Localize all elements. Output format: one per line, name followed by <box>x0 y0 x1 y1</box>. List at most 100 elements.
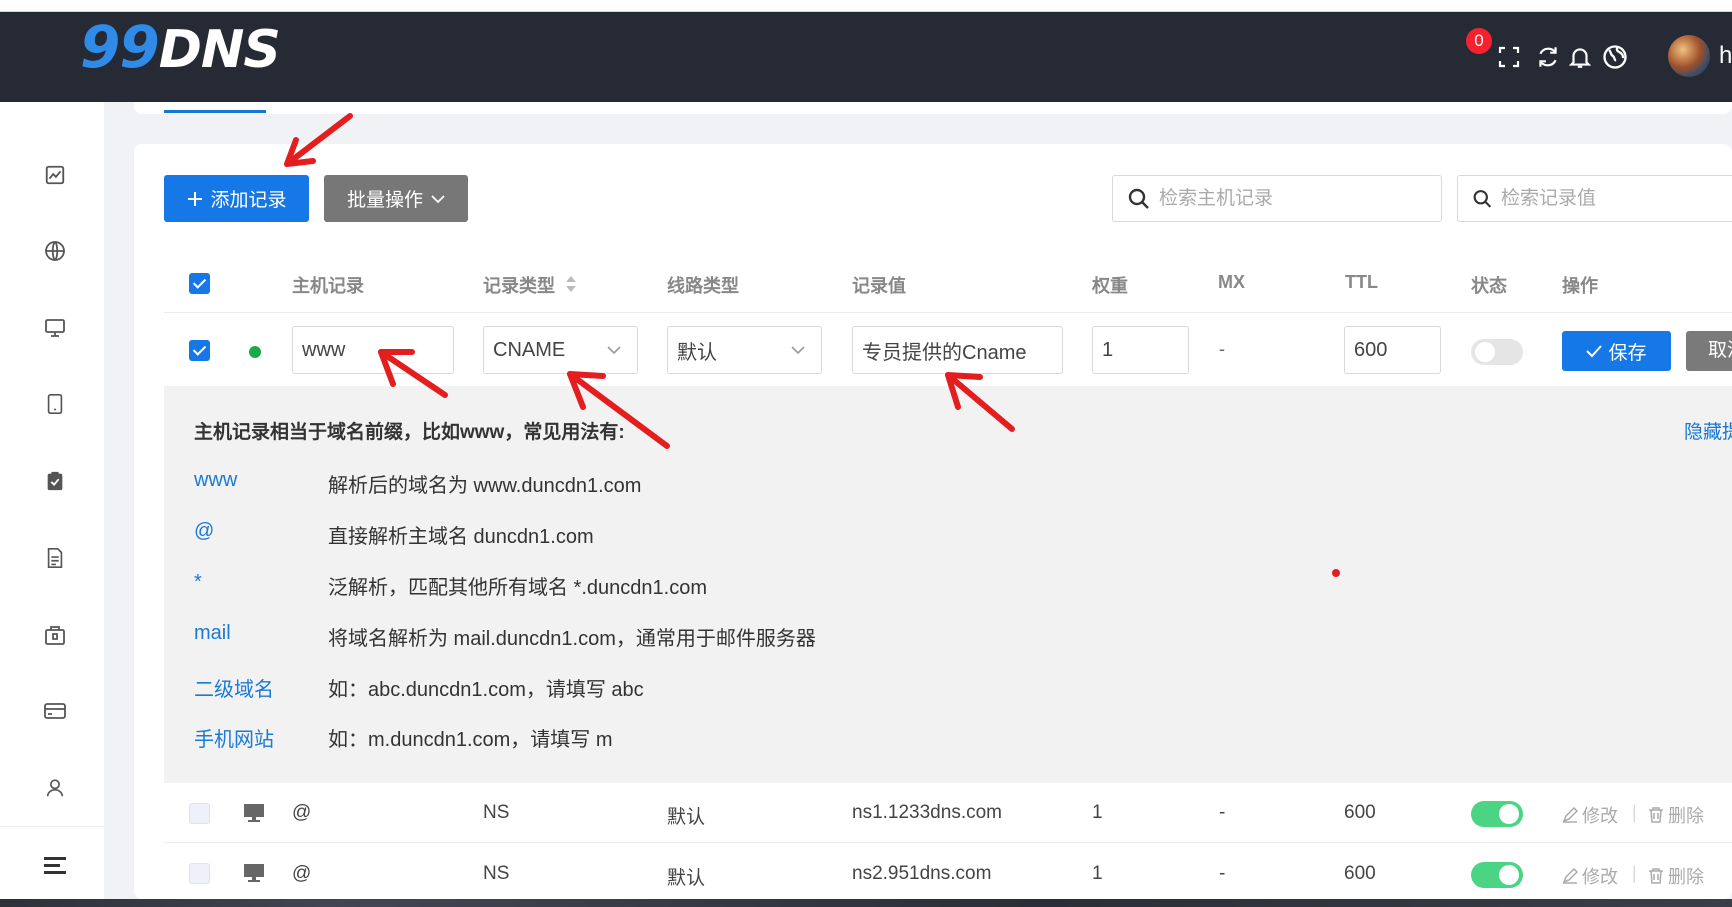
globe-icon[interactable] <box>38 234 72 268</box>
line-select-value: 默认 <box>677 341 717 364</box>
document-icon[interactable] <box>38 541 72 575</box>
line-select[interactable]: 默认 <box>667 326 822 374</box>
status-toggle[interactable] <box>1471 339 1523 365</box>
tabs-card <box>134 102 1732 114</box>
help-key: 手机网站 <box>194 729 274 751</box>
taskbar-strip <box>0 899 1732 907</box>
row-checkbox[interactable] <box>189 803 210 824</box>
header-actions: 操作 <box>1562 276 1598 296</box>
row-value: ns1.1233dns.com <box>852 802 1002 823</box>
edit-link[interactable]: 修改 <box>1562 802 1618 828</box>
sort-icon[interactable] <box>564 274 578 294</box>
type-select[interactable]: CNAME <box>483 326 638 374</box>
help-desc: 直接解析主域名 duncdn1.com <box>328 526 594 548</box>
help-desc: 泛解析，匹配其他所有域名 *.duncdn1.com <box>328 577 707 599</box>
line-chart-icon[interactable] <box>38 158 72 192</box>
help-desc: 如：m.duncdn1.com，请填写 m <box>328 729 613 751</box>
search-icon <box>1473 189 1492 208</box>
logo-number: 99 <box>80 13 160 81</box>
batch-operation-button[interactable]: 批量操作 <box>324 175 468 222</box>
row-mx: - <box>1219 863 1226 884</box>
save-label: 保存 <box>1608 342 1647 364</box>
chevron-down-icon <box>607 345 621 354</box>
weight-input[interactable]: 1 <box>1092 326 1189 374</box>
edit-label: 修改 <box>1582 867 1618 887</box>
header-status: 状态 <box>1471 276 1507 296</box>
status-dot <box>249 346 261 358</box>
monitor-icon[interactable] <box>38 311 72 345</box>
row-type: NS <box>483 863 510 884</box>
search-icon <box>1128 188 1149 209</box>
save-button[interactable]: 保存 <box>1562 331 1671 371</box>
pencil-icon <box>1562 868 1578 884</box>
notification-badge: 0 <box>1466 28 1492 54</box>
user-name[interactable]: h <box>1719 42 1732 70</box>
delete-link[interactable]: 删除 <box>1648 802 1704 828</box>
user-icon[interactable] <box>38 771 72 805</box>
row-host: @ <box>292 863 312 884</box>
refresh-icon-glyph[interactable] <box>1531 40 1565 74</box>
bell-icon[interactable] <box>1563 40 1597 74</box>
status-toggle[interactable] <box>1471 801 1523 827</box>
help-key: www <box>194 469 238 491</box>
row-ttl: 600 <box>1344 802 1376 823</box>
credit-card-icon[interactable] <box>38 694 72 728</box>
row-host: @ <box>292 802 312 823</box>
hide-help-link[interactable]: 隐藏提示 <box>1684 417 1732 444</box>
toggle-knob <box>1499 804 1519 824</box>
edit-label: 修改 <box>1582 806 1618 826</box>
globe-icon[interactable] <box>1598 40 1632 74</box>
delete-link[interactable]: 删除 <box>1648 863 1704 889</box>
fullscreen-icon[interactable] <box>1492 40 1526 74</box>
ttl-input[interactable]: 600 <box>1344 326 1441 374</box>
tablet-icon[interactable] <box>38 387 72 421</box>
search-value-input[interactable] <box>1501 187 1732 210</box>
status-toggle[interactable] <box>1471 862 1523 888</box>
clipboard-check-icon[interactable] <box>38 464 72 498</box>
help-key: @ <box>194 520 215 542</box>
header-line: 线路类型 <box>667 276 739 296</box>
help-desc: 如：abc.duncdn1.com，请填写 abc <box>328 679 644 701</box>
add-record-button[interactable]: 添加记录 <box>164 175 309 222</box>
edit-link[interactable]: 修改 <box>1562 863 1618 889</box>
row-checkbox[interactable] <box>189 340 210 361</box>
header-host: 主机记录 <box>292 276 364 296</box>
help-key: * <box>194 571 202 593</box>
row-type: NS <box>483 802 510 823</box>
help-key: 二级域名 <box>194 679 274 701</box>
trash-icon <box>1649 807 1663 823</box>
delete-label: 删除 <box>1668 867 1704 887</box>
help-title: 主机记录相当于域名前缀，比如www，常见用法有: <box>194 422 625 443</box>
action-separator: | <box>1632 863 1637 883</box>
batch-operation-label: 批量操作 <box>346 190 423 211</box>
avatar[interactable] <box>1668 35 1710 77</box>
toggle-knob <box>1499 865 1519 885</box>
monitor-icon <box>244 804 264 822</box>
search-host-box[interactable] <box>1112 175 1442 222</box>
logo[interactable]: 99DNS <box>80 18 281 80</box>
monitor-icon <box>244 864 264 882</box>
header-divider <box>164 312 1732 313</box>
annotation-dot <box>1332 569 1340 577</box>
sidebar-divider <box>0 826 104 827</box>
row-mx: - <box>1219 802 1226 823</box>
select-all-checkbox[interactable] <box>189 273 210 294</box>
add-record-label: 添加记录 <box>210 190 287 211</box>
package-icon[interactable] <box>38 618 72 652</box>
search-value-box[interactable] <box>1457 175 1732 222</box>
menu-icon[interactable] <box>38 848 72 882</box>
row-checkbox[interactable] <box>189 863 210 884</box>
host-input[interactable]: www <box>292 326 454 374</box>
header-type[interactable]: 记录类型 <box>483 272 555 298</box>
value-input[interactable]: 专员提供的Cname <box>852 326 1063 374</box>
row-value: ns2.951dns.com <box>852 863 992 884</box>
cancel-button[interactable]: 取消 <box>1686 331 1732 371</box>
action-separator: | <box>1632 802 1637 822</box>
search-host-input[interactable] <box>1159 187 1409 210</box>
logo-text: DNS <box>158 20 281 80</box>
chevron-down-icon <box>431 194 445 203</box>
help-desc: 将域名解析为 mail.duncdn1.com，通常用于邮件服务器 <box>328 628 816 650</box>
pencil-icon <box>1562 807 1578 823</box>
plus-icon <box>188 191 203 206</box>
delete-label: 删除 <box>1668 806 1704 826</box>
